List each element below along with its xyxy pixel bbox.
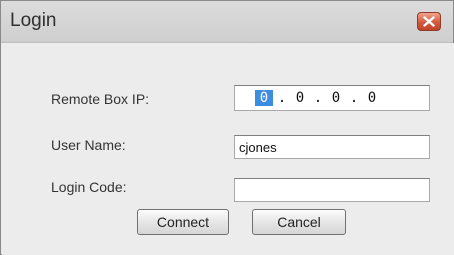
ip-octet-4[interactable]: 0 xyxy=(363,90,381,106)
ip-octet-2[interactable]: 0 xyxy=(291,90,309,106)
dialog-body: Remote Box IP: 0 . 0 . 0 . 0 User Name: … xyxy=(2,43,454,255)
remote-ip-label: Remote Box IP: xyxy=(51,91,150,107)
user-name-label: User Name: xyxy=(51,137,126,153)
login-code-input[interactable] xyxy=(235,179,429,201)
close-button[interactable] xyxy=(417,12,441,31)
login-code-label: Login Code: xyxy=(51,179,127,195)
login-dialog: Login Remote Box IP: 0 . 0 . 0 . 0 User … xyxy=(0,0,454,255)
ip-separator: . xyxy=(313,90,323,106)
user-name-field[interactable] xyxy=(234,135,430,159)
remote-ip-input[interactable]: 0 . 0 . 0 . 0 xyxy=(234,85,430,111)
cancel-button[interactable]: Cancel xyxy=(252,209,346,235)
ip-separator: . xyxy=(277,90,287,106)
login-code-field[interactable] xyxy=(234,178,430,202)
user-name-input[interactable] xyxy=(235,136,429,158)
window-title: Login xyxy=(10,10,57,31)
close-x-icon xyxy=(423,16,435,27)
ip-octet-1[interactable]: 0 xyxy=(255,90,273,106)
ip-separator: . xyxy=(349,90,359,106)
connect-button[interactable]: Connect xyxy=(137,209,229,235)
ip-octet-3[interactable]: 0 xyxy=(327,90,345,106)
title-bar[interactable]: Login xyxy=(1,1,453,43)
